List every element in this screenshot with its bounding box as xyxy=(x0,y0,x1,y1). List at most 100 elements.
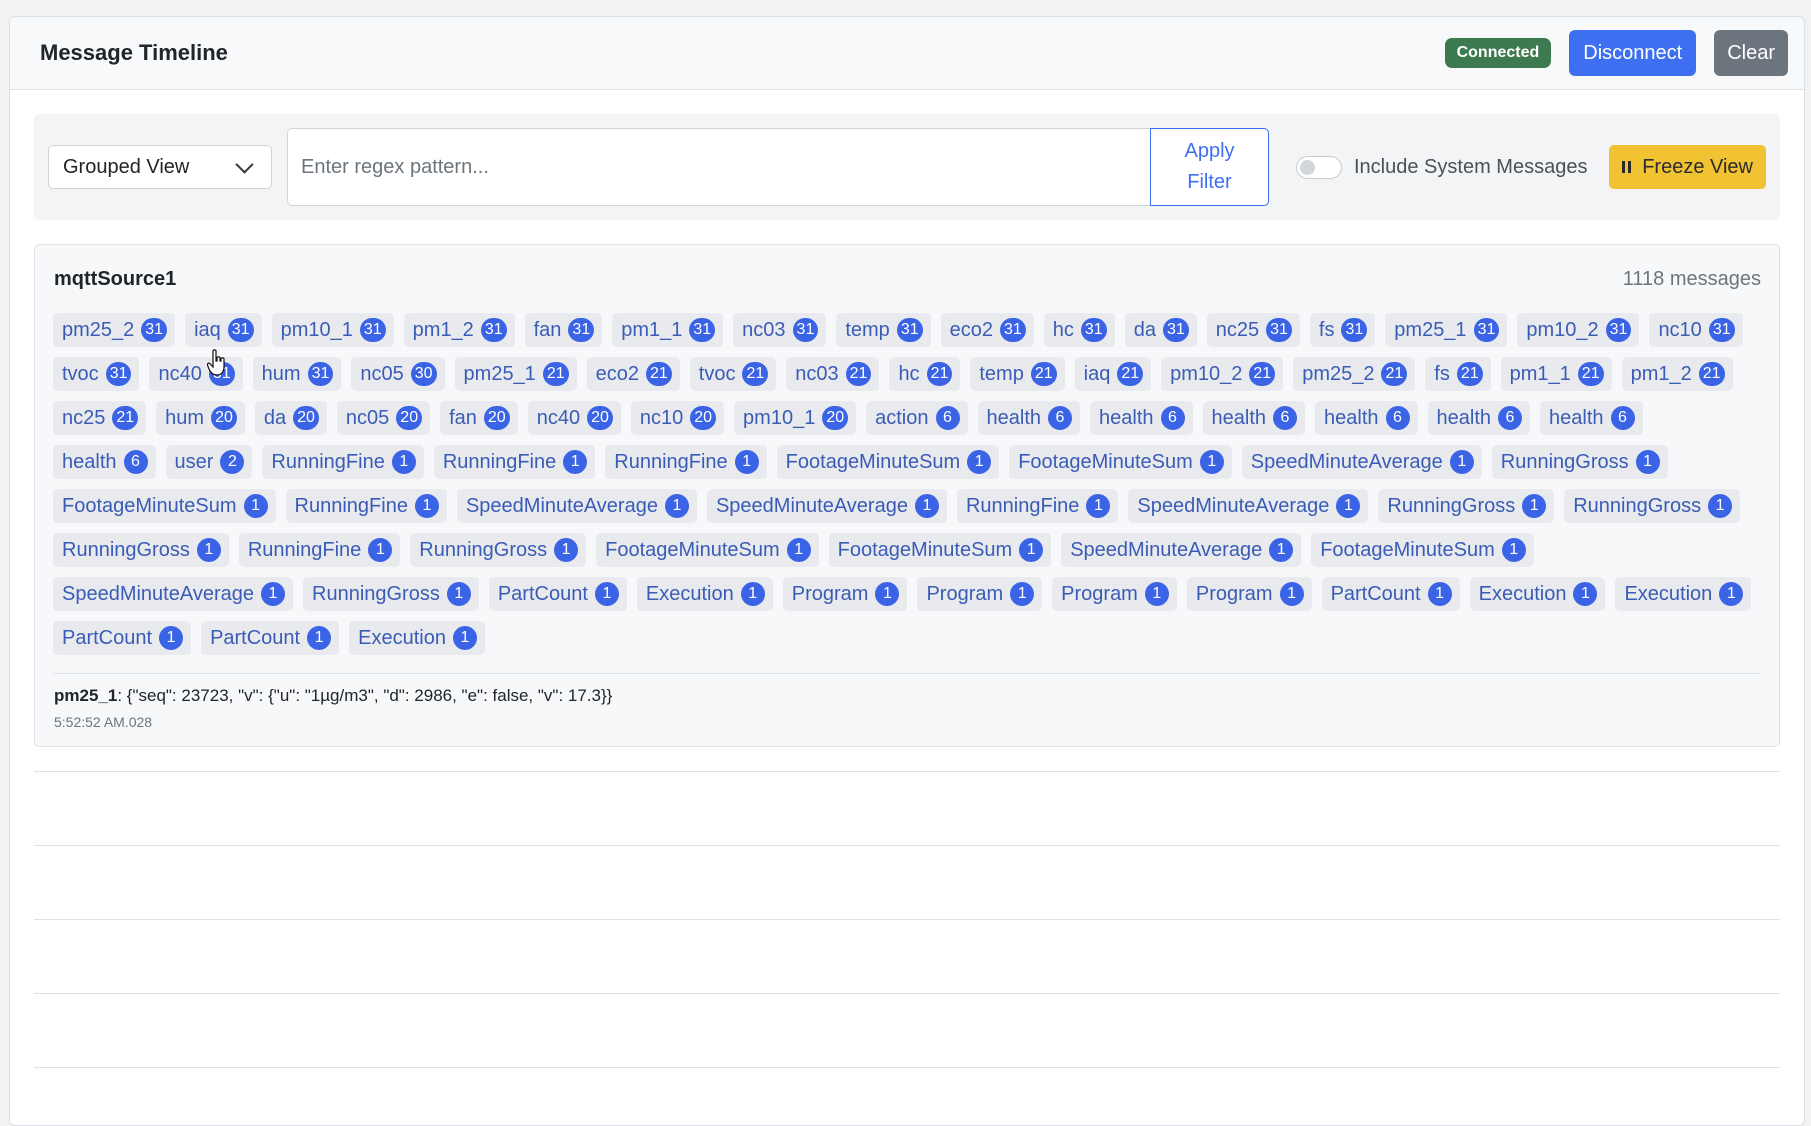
topic-tag[interactable]: FootageMinuteSum 1 xyxy=(53,489,276,523)
topic-tag[interactable]: eco2 31 xyxy=(940,313,1034,347)
disconnect-button[interactable]: Disconnect xyxy=(1569,30,1697,76)
topic-tag[interactable]: nc4031 xyxy=(149,357,243,391)
topic-tag[interactable]: PartCount 1 xyxy=(488,577,627,611)
topic-tag[interactable]: SpeedMinuteAverage 1 xyxy=(53,577,293,611)
topic-tag[interactable]: nc10 20 xyxy=(630,401,725,435)
topic-tag[interactable]: PartCount 1 xyxy=(53,621,192,655)
topic-tag[interactable]: pm1_1 21 xyxy=(1500,357,1612,391)
system-messages-label[interactable]: Include System Messages xyxy=(1354,156,1587,179)
topic-tag[interactable]: RunningFine 1 xyxy=(238,533,401,567)
topic-tag[interactable]: SpeedMinuteAverage 1 xyxy=(1128,489,1369,523)
topic-tag-count: 21 xyxy=(742,362,769,386)
topic-tag[interactable]: temp 21 xyxy=(970,357,1065,391)
topic-tag[interactable]: Program 1 xyxy=(782,577,908,611)
topic-tag[interactable]: tvoc 31 xyxy=(53,357,140,391)
topic-tag[interactable]: PartCount 1 xyxy=(1321,577,1460,611)
topic-tag[interactable]: hc 21 xyxy=(889,357,961,391)
topic-tag[interactable]: pm1_2 31 xyxy=(403,313,515,347)
card-body: Grouped View Apply Filter Include System… xyxy=(10,90,1804,747)
freeze-view-button[interactable]: Freeze View xyxy=(1609,145,1766,189)
topic-tag[interactable]: fan 20 xyxy=(440,401,518,435)
topic-tag[interactable]: health 6 xyxy=(1427,401,1530,435)
topic-tag[interactable]: hum 31 xyxy=(252,357,342,391)
topic-tag[interactable]: temp 31 xyxy=(836,313,931,347)
topic-tag[interactable]: iaq 21 xyxy=(1074,357,1152,391)
topic-tag[interactable]: Program 1 xyxy=(1186,577,1312,611)
topic-tag[interactable]: health 6 xyxy=(977,401,1080,435)
regex-input[interactable] xyxy=(287,128,1150,206)
topic-tag[interactable]: RunningGross 1 xyxy=(303,577,479,611)
topic-tag[interactable]: FootageMinuteSum 1 xyxy=(1311,533,1534,567)
topic-tag[interactable]: RunningGross 1 xyxy=(1564,489,1741,523)
view-select[interactable]: Grouped View xyxy=(48,145,272,189)
topic-tag[interactable]: tvoc 21 xyxy=(689,357,777,391)
topic-tag[interactable]: pm10_1 31 xyxy=(271,313,394,347)
topic-tag[interactable]: Execution 1 xyxy=(349,621,485,655)
topic-tag[interactable]: user 2 xyxy=(165,445,253,479)
topic-tag[interactable]: SpeedMinuteAverage 1 xyxy=(456,489,697,523)
topic-tag-label: nc10 xyxy=(1658,318,1702,341)
topic-tag[interactable]: pm10_2 21 xyxy=(1161,357,1284,391)
topic-tag[interactable]: RunningGross 1 xyxy=(1378,489,1555,523)
topic-tag[interactable]: pm25_2 21 xyxy=(1293,357,1416,391)
topic-tag[interactable]: Execution 1 xyxy=(636,577,773,611)
topic-tag[interactable]: health 6 xyxy=(1540,401,1643,435)
topic-tag[interactable]: fan 31 xyxy=(524,313,603,347)
topic-tag[interactable]: nc40 20 xyxy=(527,401,621,435)
topic-tag[interactable]: pm25_1 21 xyxy=(454,357,577,391)
topic-tag[interactable]: Execution 1 xyxy=(1615,577,1752,611)
topic-tag[interactable]: pm1_1 31 xyxy=(612,313,724,347)
topic-tag[interactable]: FootageMinuteSum 1 xyxy=(1009,445,1232,479)
topic-tag[interactable]: Program 1 xyxy=(917,577,1043,611)
system-messages-toggle[interactable] xyxy=(1296,155,1342,179)
topic-tag[interactable]: action 6 xyxy=(866,401,968,435)
topic-tag-count: 20 xyxy=(587,406,613,430)
topic-tag[interactable]: RunningGross 1 xyxy=(1491,445,1668,479)
topic-tag[interactable]: health 6 xyxy=(1090,401,1193,435)
topic-tag[interactable]: nc05 20 xyxy=(336,401,431,435)
topic-tag[interactable]: pm1_2 21 xyxy=(1621,357,1733,391)
topic-tag-label: health xyxy=(1549,406,1604,429)
topic-tag[interactable]: PartCount 1 xyxy=(201,621,340,655)
topic-tag[interactable]: pm25_1 31 xyxy=(1385,313,1508,347)
topic-tag[interactable]: SpeedMinuteAverage 1 xyxy=(1061,533,1302,567)
topic-tag[interactable]: fs 31 xyxy=(1309,313,1376,347)
topic-tag[interactable]: RunningGross 1 xyxy=(410,533,587,567)
topic-tag[interactable]: eco2 21 xyxy=(586,357,680,391)
topic-tag[interactable]: fs 21 xyxy=(1425,357,1491,391)
apply-filter-button[interactable]: Apply Filter xyxy=(1150,128,1269,206)
topic-tag[interactable]: RunningFine 1 xyxy=(956,489,1119,523)
topic-tag[interactable]: nc03 31 xyxy=(733,313,827,347)
topic-tag[interactable]: health 6 xyxy=(1315,401,1418,435)
topic-tag[interactable]: health 6 xyxy=(1202,401,1305,435)
topic-tag[interactable]: da 31 xyxy=(1124,313,1197,347)
topic-tag[interactable]: nc10 31 xyxy=(1649,313,1743,347)
topic-tag[interactable]: nc25 31 xyxy=(1206,313,1300,347)
topic-tag[interactable]: nc05 30 xyxy=(351,357,445,391)
topic-tag[interactable]: Program 1 xyxy=(1052,577,1177,611)
topic-tag-count: 21 xyxy=(542,362,569,386)
topic-tag-count: 1 xyxy=(786,538,811,562)
topic-tag[interactable]: FootageMinuteSum 1 xyxy=(776,445,1000,479)
topic-tag[interactable]: FootageMinuteSum 1 xyxy=(596,533,819,567)
topic-tag[interactable]: pm10_2 31 xyxy=(1517,313,1640,347)
topic-tag[interactable]: FootageMinuteSum 1 xyxy=(828,533,1052,567)
topic-tag[interactable]: pm10_1 20 xyxy=(734,401,857,435)
topic-tag[interactable]: nc03 21 xyxy=(786,357,880,391)
clear-button[interactable]: Clear xyxy=(1714,30,1788,76)
topic-tag[interactable]: SpeedMinuteAverage 1 xyxy=(1241,445,1482,479)
topic-tag[interactable]: hc 31 xyxy=(1043,313,1115,347)
topic-tag[interactable]: da 20 xyxy=(254,401,327,435)
topic-tag[interactable]: iaq 31 xyxy=(185,313,262,347)
topic-tag[interactable]: RunningFine 1 xyxy=(285,489,447,523)
topic-tag[interactable]: hum 20 xyxy=(156,401,245,435)
topic-tag[interactable]: SpeedMinuteAverage 1 xyxy=(706,489,947,523)
topic-tag[interactable]: RunningFine 1 xyxy=(262,445,424,479)
topic-tag[interactable]: nc25 21 xyxy=(53,401,147,435)
topic-tag[interactable]: health 6 xyxy=(53,445,156,479)
topic-tag[interactable]: Execution 1 xyxy=(1469,577,1606,611)
topic-tag[interactable]: pm25_2 31 xyxy=(53,313,176,347)
topic-tag[interactable]: RunningGross 1 xyxy=(53,533,229,567)
topic-tag[interactable]: RunningFine 1 xyxy=(433,445,596,479)
topic-tag[interactable]: RunningFine 1 xyxy=(605,445,767,479)
